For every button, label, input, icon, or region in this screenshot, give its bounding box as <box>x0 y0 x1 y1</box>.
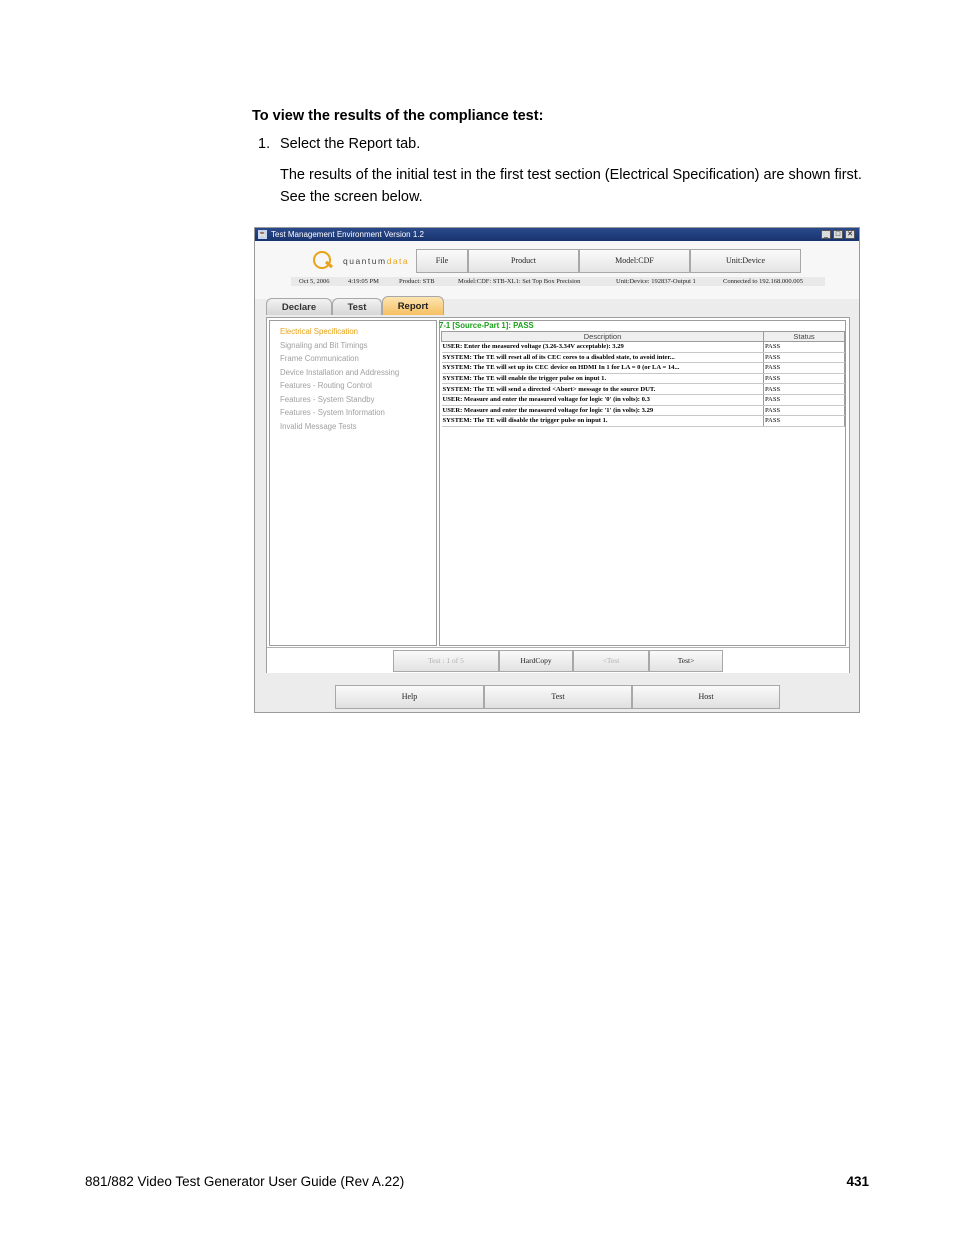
column-header-status: Status <box>763 331 845 342</box>
tab-test[interactable]: Test <box>332 298 382 315</box>
row-status: PASS <box>763 362 845 374</box>
app-window: ☕ Test Management Environment Version 1.… <box>254 227 860 713</box>
report-navigation: Test : 1 of 5 HardCopy <Test Test> <box>267 647 849 673</box>
info-time: 4:19:05 PM <box>348 278 379 285</box>
menu-product[interactable]: Product <box>468 249 579 273</box>
help-button[interactable]: Help <box>335 685 484 709</box>
tab-declare[interactable]: Declare <box>266 298 332 315</box>
minimize-button[interactable]: _ <box>821 230 831 239</box>
table-row[interactable]: SYSTEM: The TE will send a directed <Abo… <box>441 383 845 395</box>
tab-report[interactable]: Report <box>382 296 444 315</box>
step-1: 1. Select the Report tab. <box>258 136 420 152</box>
page-number: 431 <box>846 1174 869 1189</box>
row-status: PASS <box>763 383 845 395</box>
table-row[interactable]: USER: Enter the measured voltage (3.26-3… <box>441 341 845 353</box>
report-panel: Electrical Specification Signaling and B… <box>266 317 850 673</box>
menu-unit[interactable]: Unit:Device <box>690 249 801 273</box>
host-button[interactable]: Host <box>632 685 780 709</box>
row-description: USER: Enter the measured voltage (3.26-3… <box>441 341 764 353</box>
section-item-system-info[interactable]: Features - System Information <box>280 408 385 417</box>
header-bar: quantumdata File Product Model:CDF Unit:… <box>255 241 859 299</box>
row-description: USER: Measure and enter the measured vol… <box>441 405 764 417</box>
table-row[interactable]: SYSTEM: The TE will reset all of its CEC… <box>441 352 845 364</box>
section-item-electrical[interactable]: Electrical Specification <box>280 327 358 336</box>
results-table: Description Status USER: Enter the measu… <box>441 331 845 427</box>
footer-title: 881/882 Video Test Generator User Guide … <box>85 1174 405 1189</box>
section-item-routing[interactable]: Features - Routing Control <box>280 381 372 390</box>
step-number: 1. <box>258 136 271 152</box>
hardcopy-button[interactable]: HardCopy <box>499 650 573 672</box>
menu-model[interactable]: Model:CDF <box>579 249 690 273</box>
table-row[interactable]: SYSTEM: The TE will disable the trigger … <box>441 415 845 427</box>
table-row[interactable]: USER: Measure and enter the measured vol… <box>441 394 845 406</box>
maximize-button[interactable]: □ <box>833 230 843 239</box>
section-list: Electrical Specification Signaling and B… <box>269 320 437 646</box>
step-text: Select the Report tab. <box>280 136 421 152</box>
row-description: SYSTEM: The TE will enable the trigger p… <box>441 373 764 385</box>
info-unit: Unit:Device: 192837-Output 1 <box>616 278 696 285</box>
step-paragraph: The results of the initial test in the f… <box>280 167 862 205</box>
section-heading: To view the results of the compliance te… <box>252 108 544 124</box>
row-status: PASS <box>763 352 845 364</box>
table-row[interactable]: USER: Measure and enter the measured vol… <box>441 405 845 417</box>
row-status: PASS <box>763 341 845 353</box>
window-title: Test Management Environment Version 1.2 <box>271 230 424 239</box>
row-description: SYSTEM: The TE will disable the trigger … <box>441 415 764 427</box>
test-counter: Test : 1 of 5 <box>393 650 499 672</box>
close-button[interactable]: ✕ <box>845 230 855 239</box>
section-item-device-installation[interactable]: Device Installation and Addressing <box>280 368 399 377</box>
row-status: PASS <box>763 394 845 406</box>
info-connected: Connected to 192.168.000.005 <box>723 278 803 285</box>
section-item-signaling[interactable]: Signaling and Bit Timings <box>280 341 368 350</box>
column-header-description: Description <box>441 331 764 342</box>
app-icon: ☕ <box>258 230 267 239</box>
row-description: SYSTEM: The TE will reset all of its CEC… <box>441 352 764 364</box>
row-status: PASS <box>763 373 845 385</box>
table-row[interactable]: SYSTEM: The TE will set up its CEC devic… <box>441 362 845 374</box>
prev-test-button[interactable]: <Test <box>573 650 649 672</box>
row-status: PASS <box>763 415 845 427</box>
row-status: PASS <box>763 405 845 417</box>
test-button[interactable]: Test <box>484 685 632 709</box>
row-description: USER: Measure and enter the measured vol… <box>441 394 764 406</box>
section-item-frame[interactable]: Frame Communication <box>280 354 359 363</box>
logo-text: quantumdata <box>343 256 410 266</box>
info-date: Oct 5, 2006 <box>299 278 330 285</box>
table-row[interactable]: SYSTEM: The TE will enable the trigger p… <box>441 373 845 385</box>
title-bar: ☕ Test Management Environment Version 1.… <box>255 228 859 241</box>
section-item-invalid[interactable]: Invalid Message Tests <box>280 422 357 431</box>
info-product: Product: STB <box>399 278 435 285</box>
info-model: Model:CDF: STB-XL1: Set Top Box Precisio… <box>458 278 581 285</box>
row-description: SYSTEM: The TE will send a directed <Abo… <box>441 383 764 395</box>
section-item-standby[interactable]: Features - System Standby <box>280 395 374 404</box>
row-description: SYSTEM: The TE will set up its CEC devic… <box>441 362 764 374</box>
results-pane: 7-1 [Source-Part 1]: PASS Description St… <box>439 320 846 646</box>
info-row: Oct 5, 2006 4:19:05 PM Product: STB Mode… <box>291 277 825 286</box>
menu-file[interactable]: File <box>416 249 468 273</box>
next-test-button[interactable]: Test> <box>649 650 723 672</box>
result-title: 7-1 [Source-Part 1]: PASS <box>439 321 534 330</box>
